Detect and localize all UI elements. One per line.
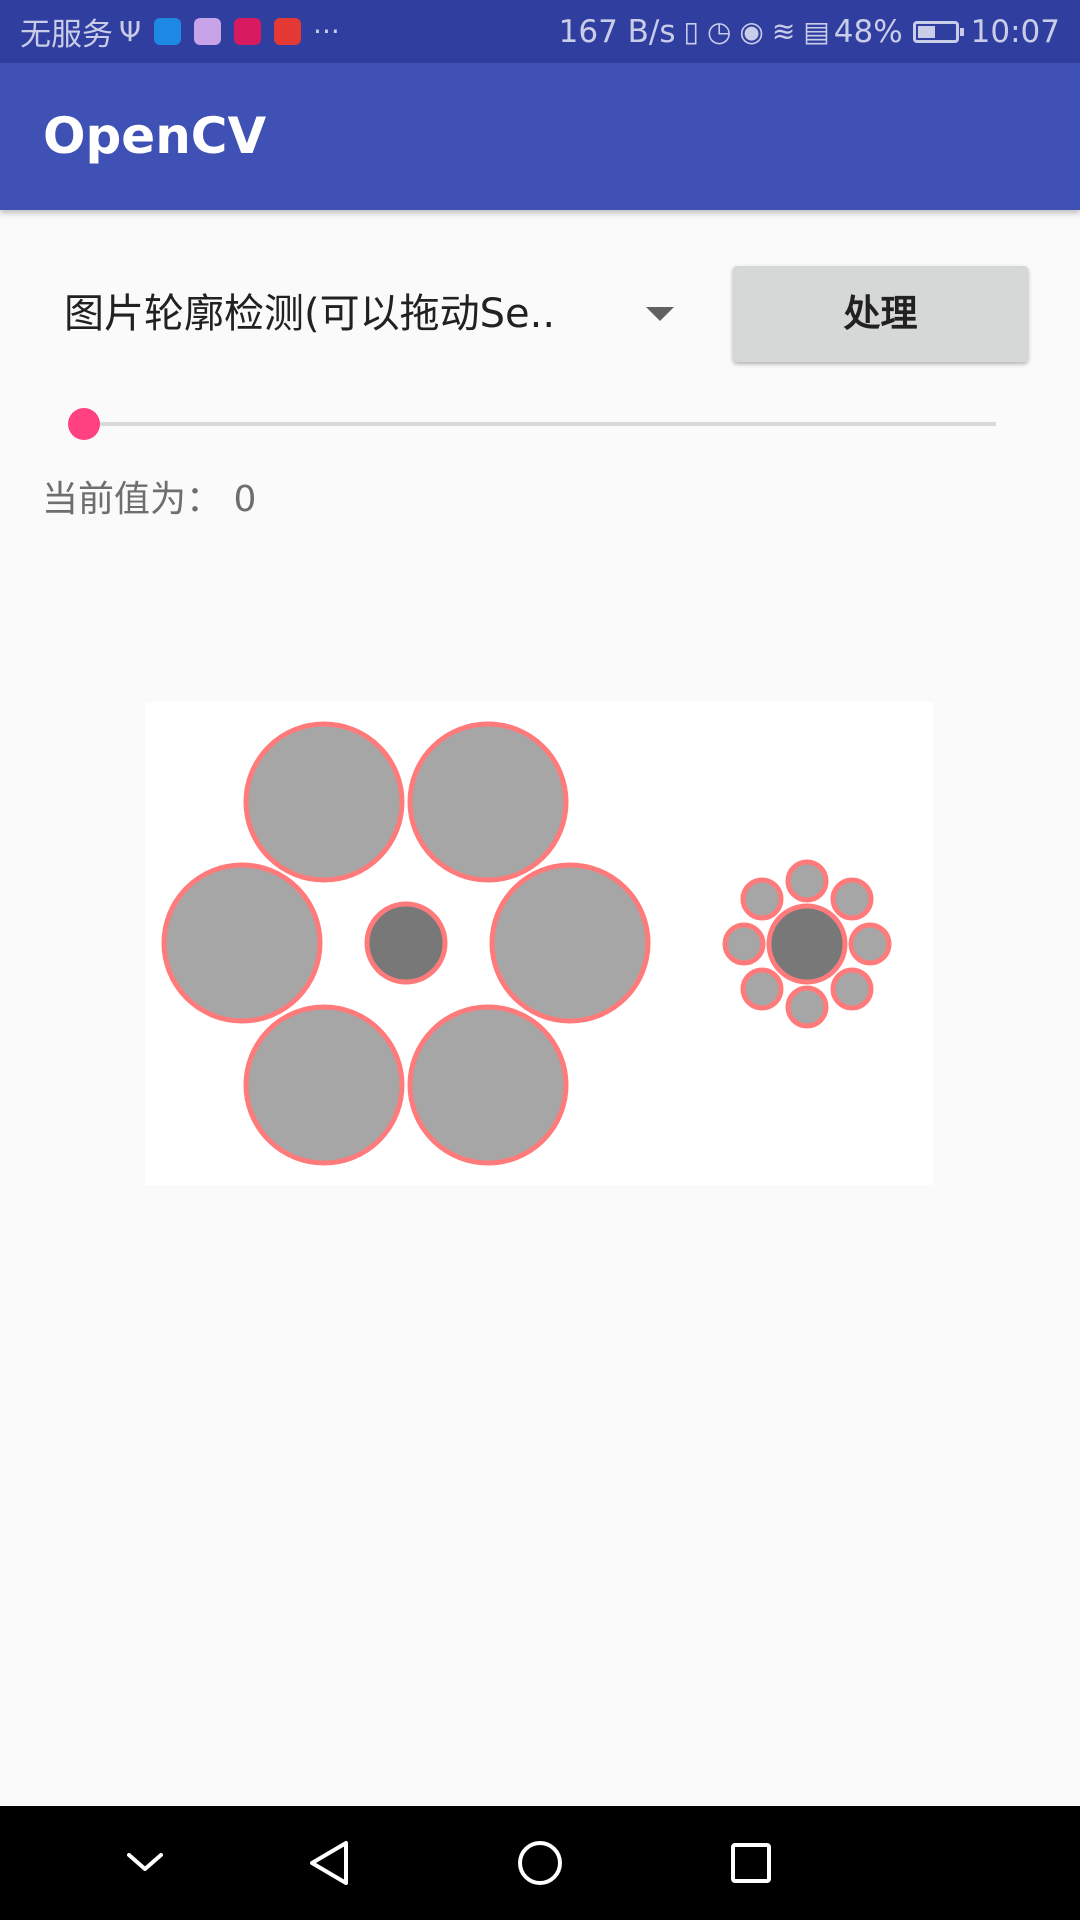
status-bar: 无服务 Ψ ··· 167 B/s ▯ ◷ ◉ ≋ ▤ 48% 10:07 (0, 0, 1080, 63)
large-circle (407, 721, 569, 883)
center-circle-small (364, 901, 448, 985)
spinner-selected-text: 图片轮廓检测(可以拖动Se.. (64, 291, 556, 337)
current-value-label: 当前值为： 0 (42, 479, 257, 520)
navigation-bar (0, 1806, 1080, 1920)
satellite-circle (785, 985, 829, 1029)
status-right: 167 B/s ▯ ◷ ◉ ≋ ▤ 48% 10:07 (559, 0, 1060, 63)
chevron-down-icon[interactable] (95, 1806, 195, 1920)
satellite-circle (740, 967, 784, 1011)
back-icon[interactable] (280, 1806, 380, 1920)
app-title: OpenCV (43, 107, 267, 165)
large-circle (243, 1004, 405, 1166)
clock: 10:07 (970, 13, 1060, 50)
large-circle (243, 721, 405, 883)
browser-app-icon (154, 18, 182, 45)
seekbar-thumb[interactable] (68, 408, 100, 440)
satellite-circle (785, 859, 829, 903)
contour-result-image (145, 702, 934, 1185)
center-circle-large (766, 903, 848, 985)
process-button[interactable]: 处理 (733, 266, 1028, 362)
video-app-icon (274, 18, 302, 45)
operation-spinner[interactable]: 图片轮廓检测(可以拖动Se.. (42, 262, 682, 366)
more-notifications-icon: ··· (313, 15, 340, 48)
recents-icon[interactable] (701, 1806, 801, 1920)
battery-percent: 48% (833, 13, 903, 50)
home-icon[interactable] (490, 1806, 590, 1920)
status-left: 无服务 Ψ ··· (20, 0, 340, 63)
dropdown-arrow-icon (646, 307, 674, 321)
wifi-icon: ≋ (771, 15, 796, 48)
satellite-circle (830, 877, 874, 921)
carrier-text: 无服务 (20, 17, 113, 53)
app-bar: OpenCV (0, 63, 1080, 210)
contour-image-graphic (161, 721, 892, 1166)
satellite-circle (848, 922, 892, 966)
vibrate-icon: ▯ (683, 15, 699, 48)
photos-app-icon (194, 18, 222, 45)
sim-alert-icon: ▤ (803, 15, 830, 48)
large-circle (489, 862, 651, 1024)
threshold-seekbar[interactable] (68, 402, 998, 446)
satellite-circle (722, 922, 766, 966)
alarm-icon: ◷ (706, 15, 732, 48)
seekbar-track (84, 422, 996, 426)
battery-level (917, 25, 935, 38)
eye-icon: ◉ (739, 15, 764, 48)
battery-icon (912, 20, 964, 43)
large-circle (407, 1004, 569, 1166)
satellite-circle (740, 877, 784, 921)
large-circle (161, 862, 323, 1024)
net-speed: 167 B/s (558, 13, 676, 50)
usb-icon: Ψ (119, 15, 142, 48)
huawei-app-icon (234, 18, 262, 45)
satellite-circle (830, 967, 874, 1011)
